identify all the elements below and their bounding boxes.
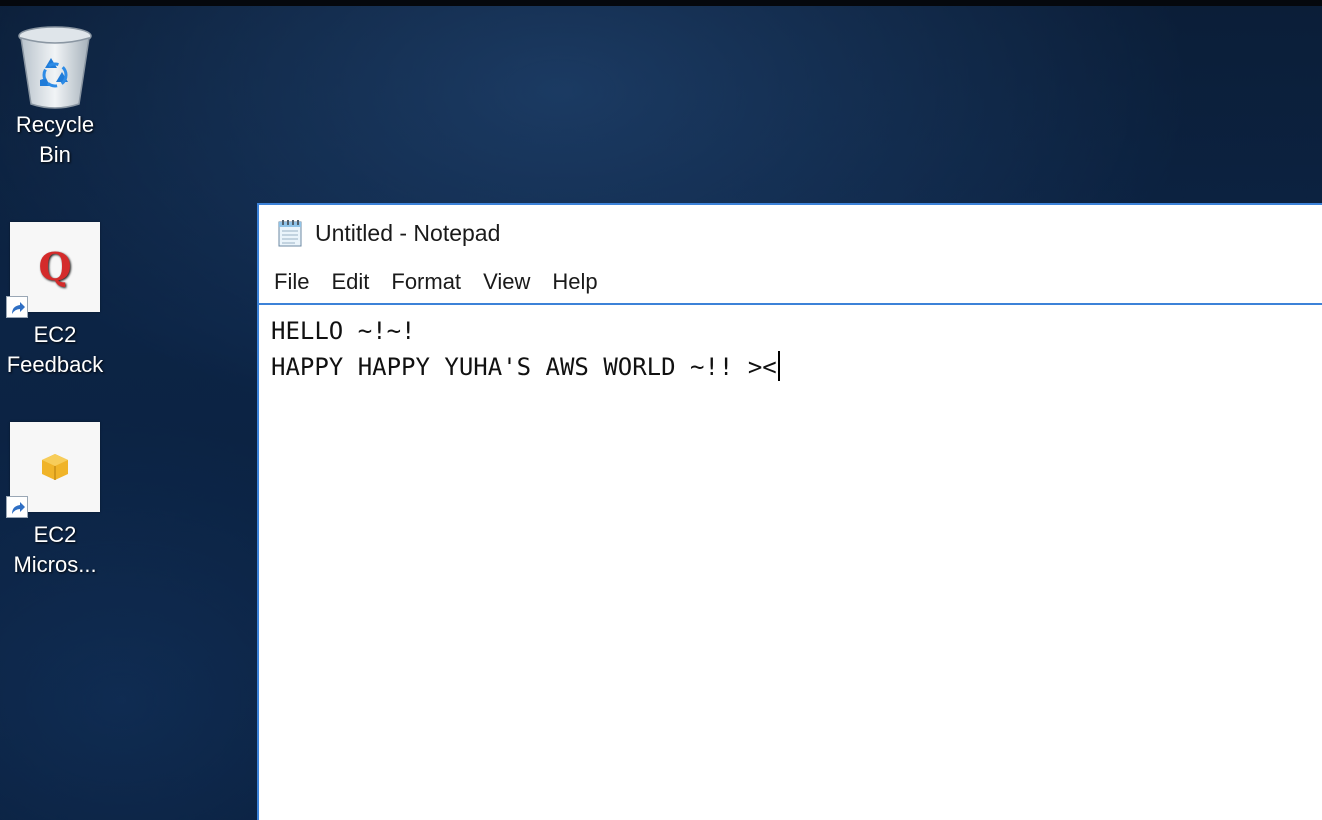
text-line-1: HELLO ~!~!	[271, 313, 1322, 349]
text-line-2: HAPPY HAPPY YUHA'S AWS WORLD ~!! ><	[271, 349, 1322, 385]
ec2-microsoft-tile	[6, 422, 100, 518]
ec2-microsoft-shortcut[interactable]: EC2 Micros...	[0, 422, 110, 580]
menu-help[interactable]: Help	[541, 265, 608, 299]
ec2-microsoft-label-line2: Micros...	[13, 552, 97, 577]
text-line-1-content: HELLO ~!~!	[271, 317, 416, 345]
recycle-bin-shortcut[interactable]: Recycle Bin	[0, 22, 110, 170]
ec2-feedback-label-line2: Feedback	[6, 352, 104, 377]
menu-file[interactable]: File	[263, 265, 320, 299]
notepad-titlebar[interactable]: Untitled - Notepad	[259, 205, 1322, 261]
recycle-bin-icon	[18, 26, 92, 109]
menu-bar: File Edit Format View Help	[259, 261, 1322, 305]
screen-top-edge	[0, 0, 1322, 6]
shortcut-arrow-icon	[6, 496, 28, 518]
notepad-window[interactable]: Untitled - Notepad File Edit Format View…	[257, 203, 1322, 820]
notepad-app-icon	[278, 220, 302, 247]
shortcut-arrow-icon	[6, 296, 28, 318]
text-line-2-content: HAPPY HAPPY YUHA'S AWS WORLD ~!! ><	[271, 353, 777, 381]
ec2-microsoft-label-line1: EC2	[33, 522, 77, 547]
ec2-feedback-label-line1: EC2	[33, 322, 77, 347]
menu-edit[interactable]: Edit	[320, 265, 380, 299]
text-caret	[777, 351, 780, 381]
ec2-feedback-tile: Q	[6, 222, 100, 318]
text-editor-area[interactable]: HELLO ~!~! HAPPY HAPPY YUHA'S AWS WORLD …	[259, 305, 1322, 820]
window-title: Untitled - Notepad	[315, 219, 501, 246]
recycle-bin-label: Recycle Bin	[15, 112, 95, 167]
feedback-q-glyph: Q	[38, 244, 71, 289]
menu-view[interactable]: View	[472, 265, 541, 299]
menu-format[interactable]: Format	[380, 265, 472, 299]
ec2-feedback-shortcut[interactable]: Q EC2 Feedback	[0, 222, 110, 380]
